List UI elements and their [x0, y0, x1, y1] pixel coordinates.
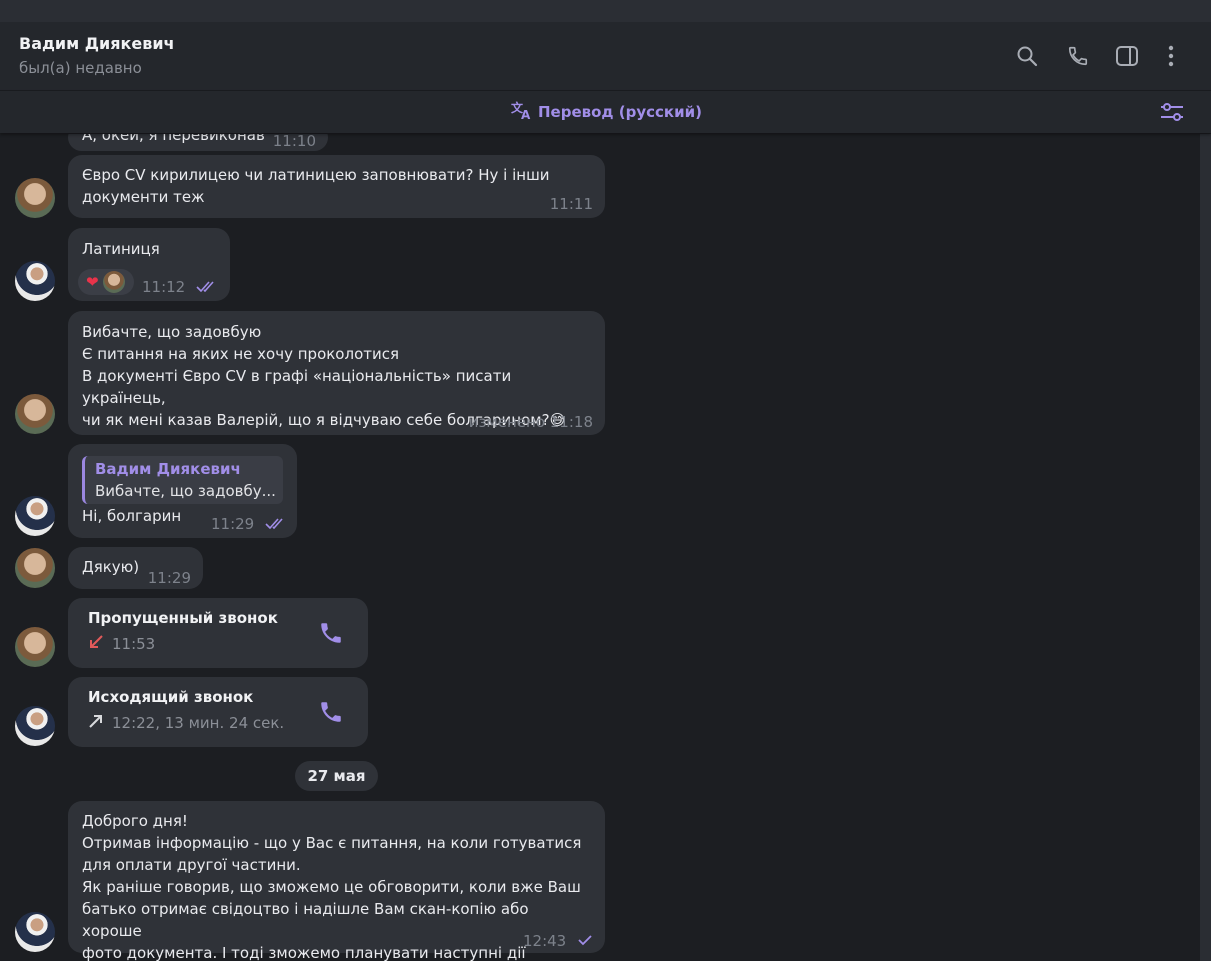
- sidebar-toggle-icon[interactable]: [1114, 43, 1140, 69]
- call-back-phone-icon[interactable]: [318, 620, 344, 650]
- avatar[interactable]: [15, 178, 55, 218]
- message-list[interactable]: А, окей, я перевиконав 11:10 Євро CV кир…: [0, 134, 1200, 961]
- svg-text:A: A: [521, 108, 531, 121]
- search-icon[interactable]: [1014, 43, 1040, 69]
- single-check-icon: [577, 932, 593, 950]
- reactor-avatar: [102, 271, 125, 293]
- message-bubble[interactable]: Вибачте, що задовбую Є питання на яких н…: [68, 311, 605, 435]
- contact-name[interactable]: Вадим Диякевич: [19, 34, 175, 53]
- double-check-icon: [196, 278, 218, 296]
- message-time: 12:43: [523, 932, 593, 951]
- avatar[interactable]: [15, 496, 55, 536]
- message-time: 11:10: [272, 134, 316, 150]
- filter-settings-icon[interactable]: [1159, 100, 1185, 128]
- message-bubble[interactable]: Дякую) 11:29: [68, 547, 203, 589]
- chat-header: Вадим Диякевич был(а) недавно: [0, 22, 1211, 91]
- call-info: 11:53: [88, 634, 155, 654]
- message-bubble[interactable]: Доброго дня! Отримав інформацію - що у В…: [68, 801, 605, 961]
- avatar[interactable]: [15, 706, 55, 746]
- translate-icon: 文A: [510, 99, 538, 125]
- call-title: Пропущенный звонок: [88, 609, 278, 627]
- avatar[interactable]: [15, 912, 55, 952]
- more-vertical-icon[interactable]: [1158, 43, 1184, 69]
- translate-bar: 文A Перевод (русский): [0, 91, 1211, 133]
- message-bubble[interactable]: Євро CV кирилицею чи латиницею заповнюва…: [68, 155, 605, 218]
- message-text: Євро CV кирилицею чи латиницею заповнюва…: [82, 166, 550, 206]
- date-separator: 27 мая: [295, 761, 378, 791]
- double-check-icon: [265, 515, 287, 533]
- message-time: 11:12: [142, 278, 218, 297]
- heart-icon: ❤: [86, 272, 99, 291]
- avatar[interactable]: [15, 394, 55, 434]
- translate-label: Перевод (русский): [538, 103, 702, 121]
- message-time: изменено 11:18: [468, 413, 593, 431]
- call-title: Исходящий звонок: [88, 688, 254, 706]
- call-info: 12:22, 13 мин. 24 сек.: [88, 713, 284, 733]
- window-top-strip: [0, 0, 1211, 22]
- message-text: Латиниця: [82, 240, 160, 258]
- translate-button[interactable]: 文A Перевод (русский): [510, 99, 702, 125]
- message-bubble[interactable]: А, окей, я перевиконав 11:10: [68, 134, 328, 151]
- message-time: 11:29: [147, 569, 191, 587]
- missed-call-arrow-icon: [88, 634, 112, 654]
- outgoing-call-arrow-icon: [88, 713, 112, 733]
- message-text: Ні, болгарин: [82, 507, 182, 525]
- message-time: 11:29: [211, 515, 287, 534]
- avatar[interactable]: [15, 261, 55, 301]
- reply-author: Вадим Диякевич: [95, 460, 241, 478]
- call-back-phone-icon[interactable]: [318, 699, 344, 729]
- phone-icon[interactable]: [1065, 43, 1091, 69]
- scrollbar[interactable]: [1200, 134, 1211, 961]
- outgoing-call-bubble[interactable]: Исходящий звонок 12:22, 13 мин. 24 сек.: [68, 677, 368, 747]
- message-bubble[interactable]: Вадим Диякевич Вибачте, що задовбу... Ні…: [68, 444, 297, 538]
- message-text: Доброго дня! Отримав інформацію - що у В…: [82, 812, 582, 961]
- avatar[interactable]: [15, 548, 55, 588]
- message-time: 11:11: [549, 195, 593, 213]
- contact-status: был(а) недавно: [19, 59, 142, 77]
- reaction-badge[interactable]: ❤: [78, 269, 134, 295]
- reply-quote[interactable]: Вадим Диякевич Вибачте, що задовбу...: [82, 456, 283, 504]
- avatar[interactable]: [15, 627, 55, 667]
- message-bubble[interactable]: Латиниця ❤ 11:12: [68, 228, 230, 301]
- missed-call-bubble[interactable]: Пропущенный звонок 11:53: [68, 598, 368, 668]
- reply-text: Вибачте, що задовбу...: [95, 482, 276, 500]
